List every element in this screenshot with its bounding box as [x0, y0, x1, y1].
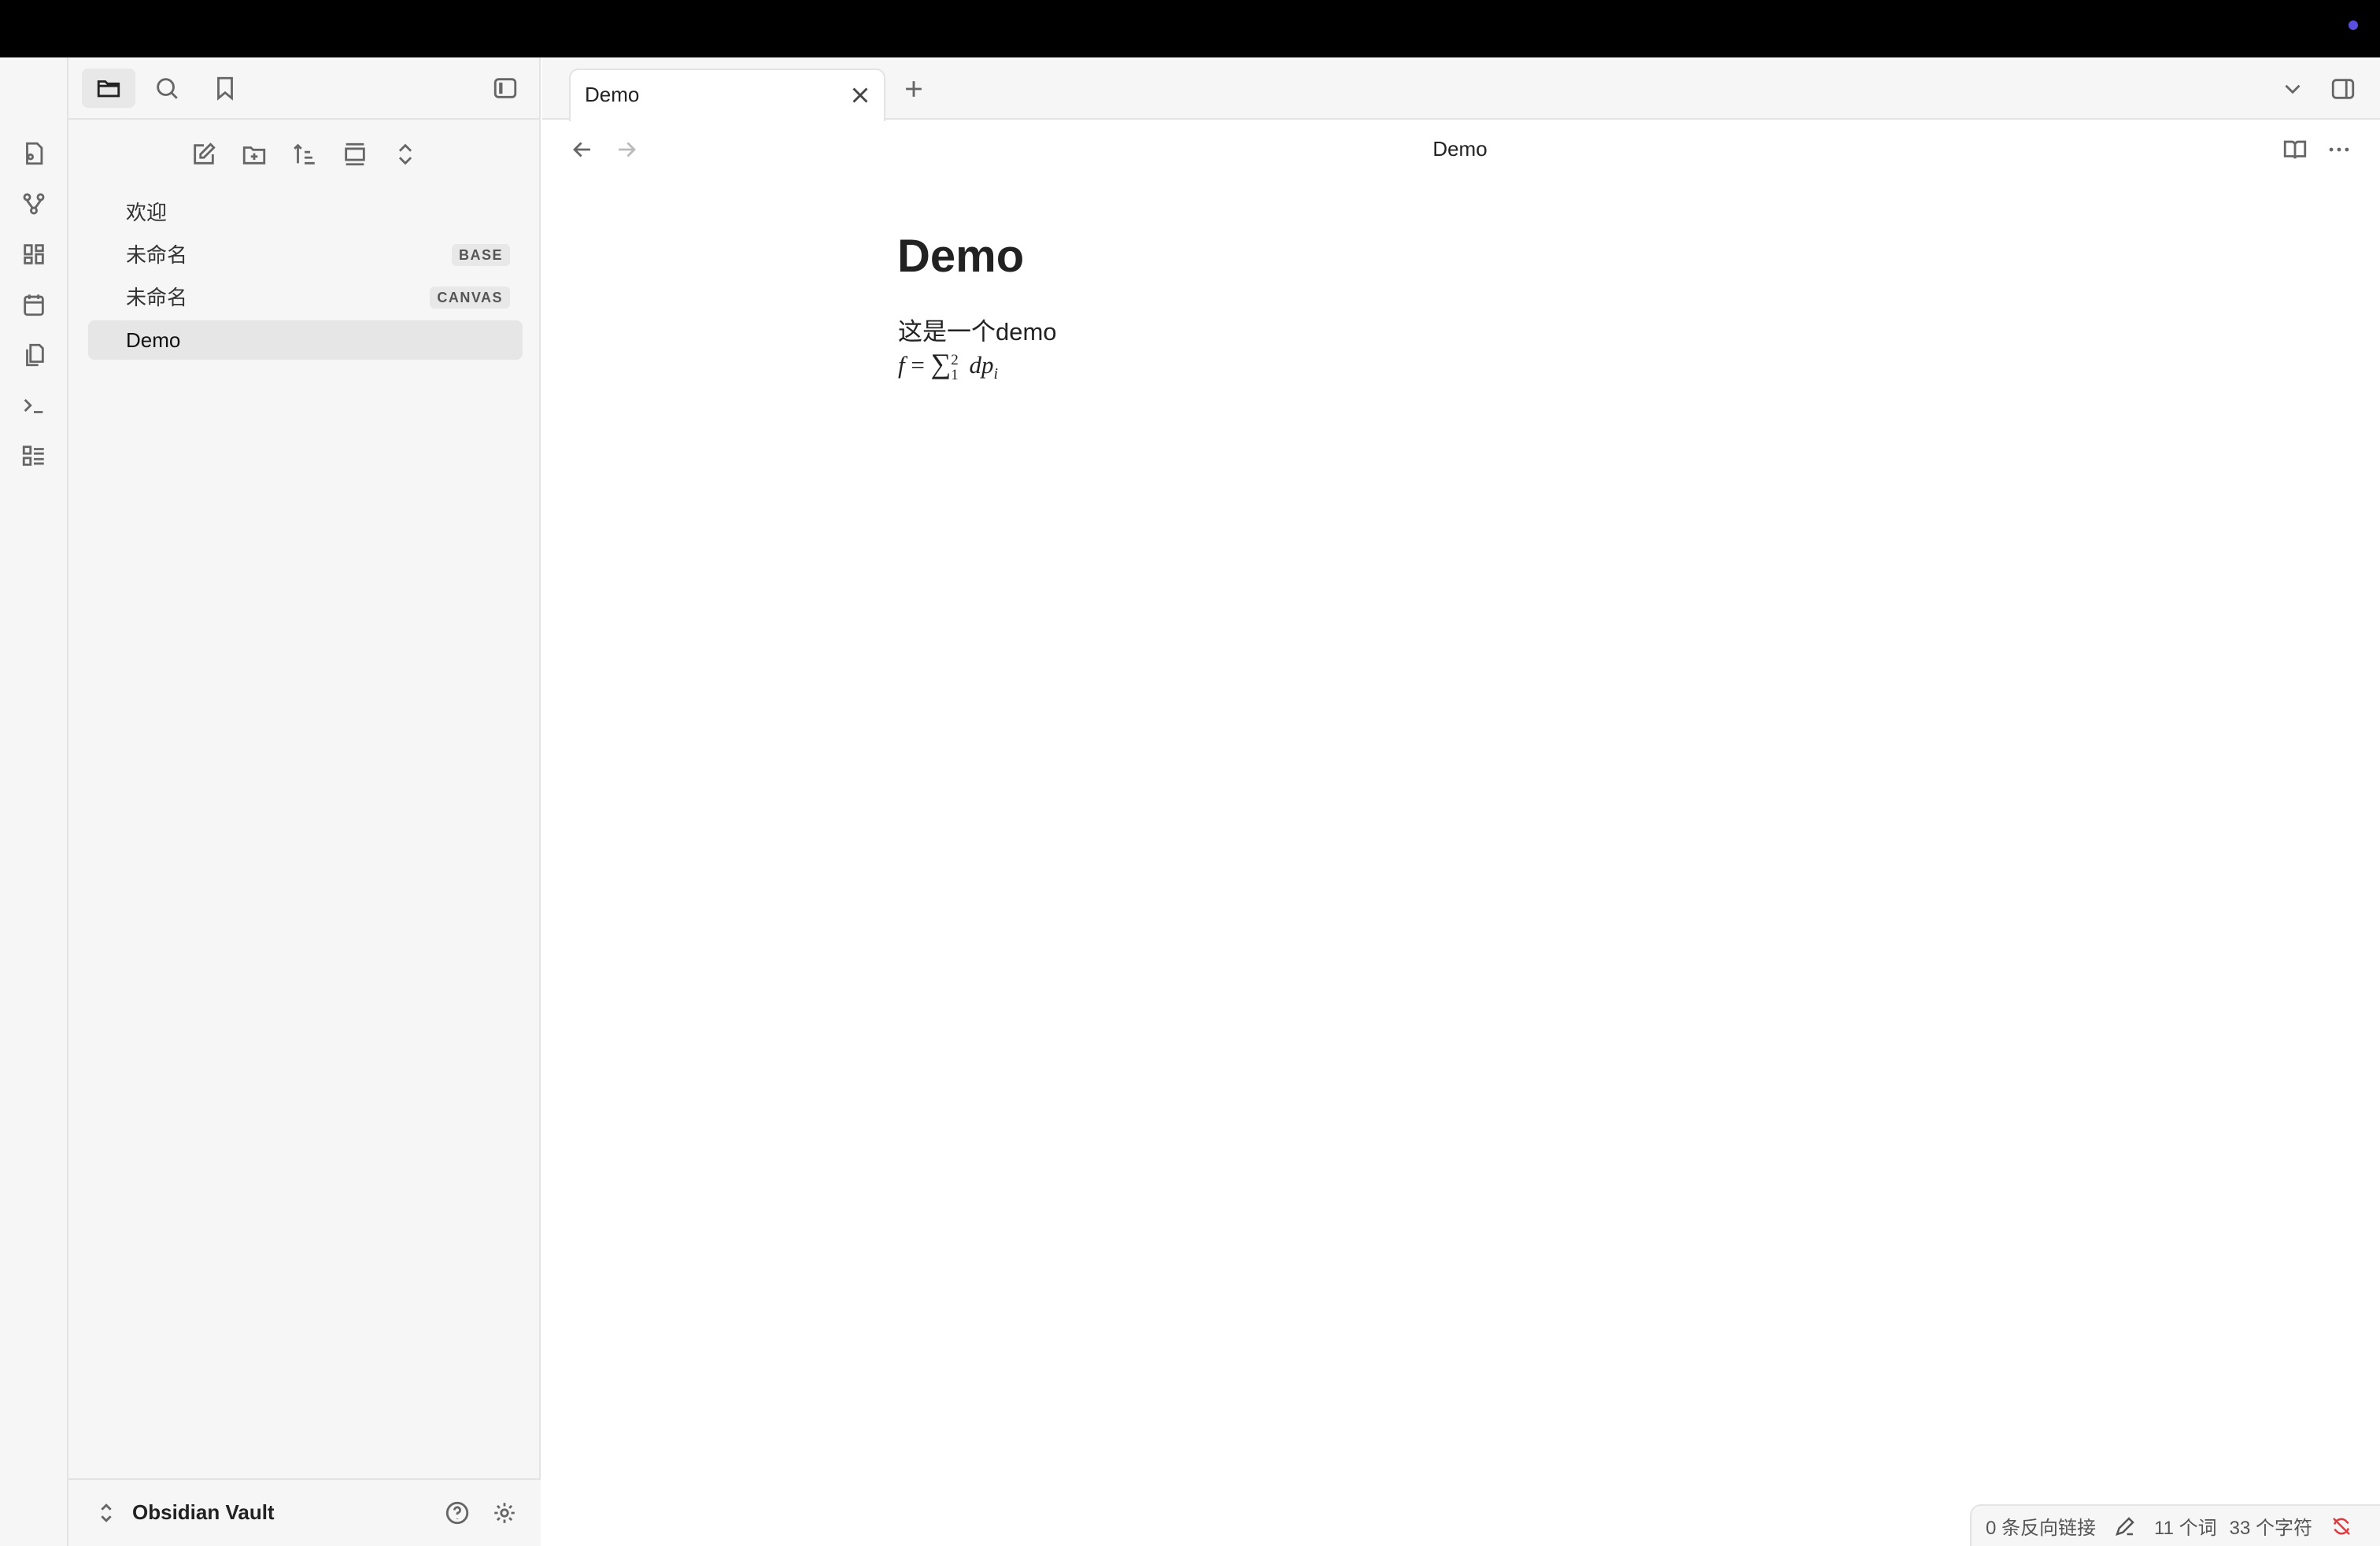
book-open-icon — [2283, 140, 2307, 159]
tab-list-button[interactable] — [2275, 72, 2310, 106]
copy-icon — [26, 343, 44, 367]
bases-button[interactable] — [17, 438, 51, 473]
more-horizontal-icon — [2329, 147, 2349, 152]
templates-button[interactable] — [17, 338, 51, 372]
list-icon — [22, 446, 44, 466]
help-icon — [445, 1501, 469, 1525]
gear-icon — [494, 1503, 515, 1523]
status-bar: 0 条反向链接 11 个词 33 个字符 — [1970, 1504, 2380, 1546]
vault-name[interactable]: Obsidian Vault — [132, 1500, 275, 1525]
close-icon — [852, 87, 868, 103]
terminal-icon — [24, 398, 43, 413]
sidebar-right-icon — [2331, 79, 2355, 99]
sort-icon — [294, 143, 315, 165]
sync-off-icon[interactable] — [2330, 1515, 2353, 1538]
command-palette-button[interactable] — [17, 388, 51, 423]
status-dot — [2349, 20, 2358, 30]
files-tab[interactable] — [82, 68, 135, 108]
file-type-badge: CANVAS — [430, 287, 510, 309]
new-tab-button[interactable] — [896, 72, 931, 106]
close-tab-button[interactable] — [843, 78, 878, 113]
math-formula: f = ∑ 2 1 dpi — [898, 348, 999, 383]
folder-plus-icon — [242, 146, 266, 165]
quick-switcher-icon — [26, 142, 43, 165]
file-item-canvas[interactable]: 未命名 CANVAS — [88, 278, 523, 317]
forward-button[interactable] — [609, 132, 644, 167]
folder-icon — [97, 80, 120, 98]
back-button[interactable] — [565, 132, 600, 167]
plus-icon — [906, 81, 922, 97]
chevron-down-icon — [2285, 84, 2301, 94]
settings-button[interactable] — [487, 1496, 522, 1530]
daily-note-button[interactable] — [17, 287, 51, 322]
ribbon — [0, 57, 68, 1546]
sidebar-header — [0, 57, 541, 120]
arrow-left-icon — [573, 142, 590, 157]
search-icon — [157, 78, 178, 99]
sidebar-left-icon — [493, 78, 517, 98]
tab-title: Demo — [585, 83, 640, 106]
char-count: 33 个字符 — [2229, 1518, 2312, 1539]
reveal-icon — [345, 142, 365, 166]
reading-view-button[interactable] — [2278, 132, 2312, 167]
calendar-icon — [24, 294, 44, 316]
new-folder-button[interactable] — [237, 137, 272, 172]
help-button[interactable] — [440, 1496, 475, 1530]
backlinks-count[interactable]: 0 条反向链接 — [1986, 1512, 2096, 1540]
sum-symbol: ∑ — [930, 348, 952, 379]
file-name: Demo — [126, 328, 181, 352]
vault-switcher-button[interactable] — [89, 1496, 124, 1530]
chevrons-up-down-icon — [101, 1503, 112, 1522]
new-note-button[interactable] — [187, 137, 221, 172]
file-item-base[interactable]: 未命名 BASE — [88, 235, 523, 275]
word-count: 11 个词 — [2154, 1518, 2217, 1539]
chevrons-up-down-icon — [398, 143, 412, 165]
pencil-icon[interactable] — [2113, 1515, 2137, 1538]
system-top-bar — [0, 0, 2380, 57]
expand-collapse-button[interactable] — [388, 137, 423, 172]
sum-limits: 21 — [951, 351, 959, 383]
arrow-right-icon — [619, 142, 636, 157]
file-name: 未命名 — [126, 243, 188, 267]
bookmark-icon — [217, 76, 233, 101]
edit-icon — [194, 142, 216, 165]
view-title[interactable]: Demo — [1338, 137, 1582, 161]
file-name: 未命名 — [126, 286, 188, 309]
bookmarks-tab[interactable] — [208, 71, 242, 105]
toggle-right-sidebar-button[interactable] — [2326, 72, 2360, 106]
file-type-badge: BASE — [451, 244, 510, 266]
note-heading: Demo — [897, 231, 1025, 282]
sort-button[interactable] — [287, 137, 322, 172]
search-tab[interactable] — [150, 71, 184, 105]
quick-switcher-button[interactable] — [17, 136, 51, 171]
graph-icon — [23, 193, 45, 215]
graph-button[interactable] — [17, 187, 51, 221]
file-item-demo[interactable]: Demo — [88, 320, 523, 360]
auto-reveal-button[interactable] — [338, 137, 372, 172]
file-name: 欢迎 — [126, 201, 168, 224]
note-paragraph: 这是一个demo — [898, 318, 1057, 346]
canvas-icon — [24, 244, 44, 264]
vault-switcher-bar: Obsidian Vault — [68, 1478, 541, 1546]
more-options-button[interactable] — [2322, 132, 2356, 167]
file-item-welcome[interactable]: 欢迎 — [88, 193, 523, 232]
collapse-sidebar-button[interactable] — [488, 71, 523, 105]
canvas-button[interactable] — [17, 237, 51, 272]
tab-demo[interactable]: Demo — [569, 68, 885, 121]
